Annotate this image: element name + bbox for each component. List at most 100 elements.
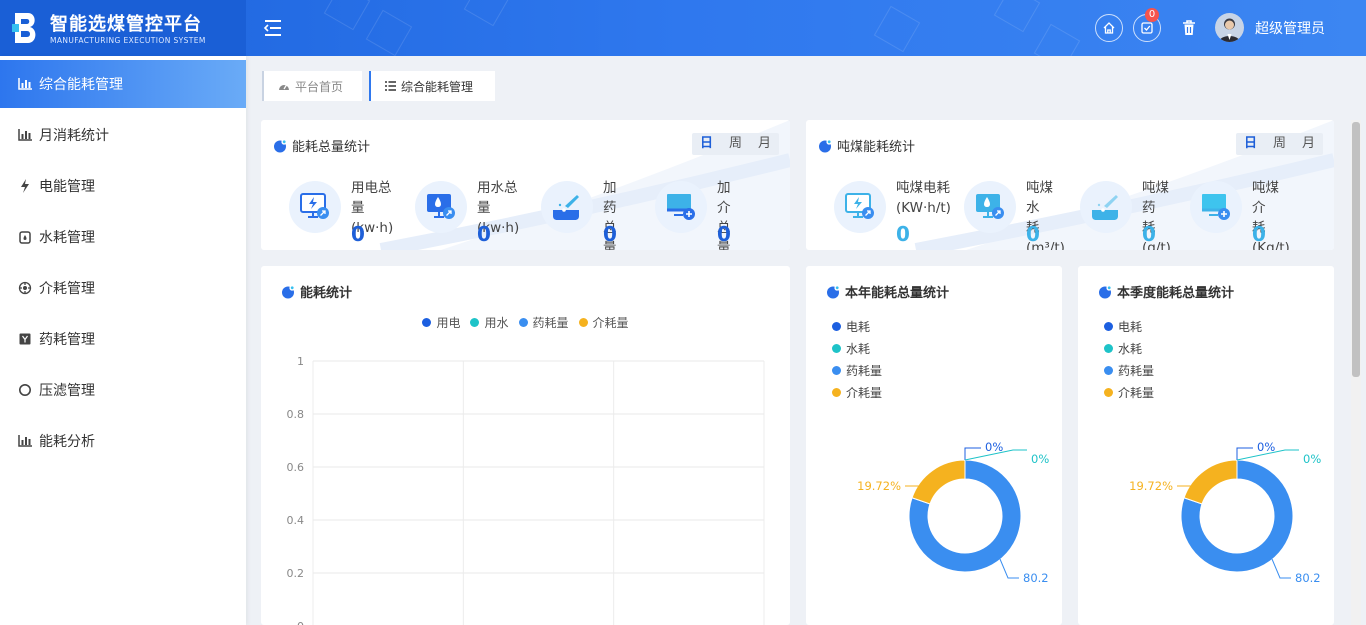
y-tick-label: 0.4 [287,514,305,527]
sidebar-item-label: 压滤管理 [39,383,95,399]
tab-comprehensive-energy[interactable]: 综合能耗管理 [369,71,495,101]
donut-chart: 0% 0% 80.2 19.72% [857,440,1049,585]
header-decoration [463,0,511,27]
period-day[interactable]: 日 [1236,133,1265,155]
sidebar-item-electric[interactable]: 电能管理 [0,162,246,210]
period-day[interactable]: 日 [692,133,721,155]
bar-chart-icon [17,76,33,92]
title-dot-icon [274,138,287,152]
annual-total-card: 本年能耗总量统计 电耗 水耗 药耗量 介耗量 0% 0% 80.2 19.72% [806,266,1062,625]
page-scrollbar[interactable] [1351,120,1361,625]
legend-water[interactable]: 水耗 [832,337,882,359]
legend-medium[interactable]: 介耗量 [832,381,882,403]
period-month[interactable]: 月 [1294,133,1323,155]
chart-title: 本年能耗总量统计 [845,286,950,301]
legend-medicine[interactable]: 药耗量 [832,359,882,381]
header-decoration [365,9,413,56]
lightning-icon [17,178,33,194]
card-title: 本季度能耗总量统计 [1098,282,1234,301]
leader-line [999,558,1019,579]
username[interactable]: 超级管理员 [1255,18,1325,38]
chart-legend: 电耗 水耗 药耗量 介耗量 [1104,315,1154,403]
avatar[interactable] [1215,13,1244,42]
bar-chart-icon [17,433,33,449]
sidebar-item-filter-press[interactable]: 压滤管理 [0,366,246,414]
sidebar-item-label: 介耗管理 [39,281,95,297]
legend-water[interactable]: 用水 [470,314,509,331]
title-dot-icon [827,284,840,298]
slice-label: 0% [1303,452,1321,466]
trash-icon[interactable] [1179,18,1199,38]
slice-label: 80.2 [1023,571,1049,585]
menu-toggle-icon[interactable] [262,17,284,39]
sidebar-item-monthly-consumption[interactable]: 月消耗统计 [0,111,246,159]
logo-area[interactable]: 智能选煤管控平台 MANUFACTURING EXECUTION SYSTEM [0,0,246,56]
legend-medium[interactable]: 介耗量 [578,314,629,331]
top-header: 智能选煤管控平台 MANUFACTURING EXECUTION SYSTEM … [0,0,1366,56]
period-week[interactable]: 周 [721,133,750,155]
energy-chart-card: 能耗统计 用电 用水 药耗量 介耗量 1 0.8 0.6 0.4 0.2 0 [261,266,790,625]
sidebar-item-comprehensive-energy[interactable]: 综合能耗管理 [0,60,246,108]
tab-label: 综合能耗管理 [401,79,474,94]
period-month[interactable]: 月 [750,133,779,155]
gear-icon [17,280,33,296]
slice-label: 80.2 [1295,571,1321,585]
logo-icon [12,13,36,43]
sidebar-item-energy-analysis[interactable]: 能耗分析 [0,417,246,465]
sidebar-item-label: 水耗管理 [39,230,95,246]
chart-title: 能耗统计 [300,286,353,301]
tab-home[interactable]: 平台首页 [262,71,362,101]
notification-badge: 0 [1145,8,1159,22]
card-title-text: 能耗总量统计 [292,140,371,155]
stat-value: 0 [351,222,365,246]
legend-water[interactable]: 水耗 [1104,337,1154,359]
slice-label: 0% [985,440,1003,454]
legend-electric[interactable]: 电耗 [1104,315,1154,337]
title-dot-icon [282,284,295,298]
period-switch[interactable]: 日 周 月 [692,133,779,155]
donut-slice [911,459,966,505]
water-monitor-icon [415,181,467,233]
scrollbar-thumb[interactable] [1352,122,1360,377]
legend-medium[interactable]: 介耗量 [1104,381,1154,403]
y-tick-label: 1 [297,355,304,368]
sidebar: 综合能耗管理 月消耗统计 电能管理 水耗管理 介耗管理 药耗管理 压滤管理 能耗… [0,56,246,625]
slice-label: 0% [1031,452,1049,466]
app-title: 智能选煤管控平台 [50,14,202,35]
slice-label: 19.72% [1129,479,1173,493]
sidebar-item-medicine[interactable]: 药耗管理 [0,315,246,363]
legend-electric[interactable]: 电耗 [832,315,882,337]
period-switch[interactable]: 日 周 月 [1236,133,1323,155]
sidebar-item-label: 药耗管理 [39,332,95,348]
water-icon [17,229,33,245]
medium-add-icon [1190,181,1242,233]
dashboard-icon [278,81,290,92]
sidebar-item-label: 能耗分析 [39,434,95,450]
medium-add-icon [655,181,707,233]
stat-value: 0 [477,222,491,246]
y-tick-label: 0.8 [287,408,305,421]
header-decoration [873,5,921,53]
header-decoration [1033,23,1081,56]
per-ton-energy-card: 吨煤能耗统计 日 周 月 吨煤电耗 (KW·h/t) 0 吨煤水 耗(m³/t)… [806,120,1334,250]
header-decoration [993,0,1041,33]
legend-medicine[interactable]: 药耗量 [1104,359,1154,381]
electric-monitor-icon [834,181,886,233]
card-title: 能耗统计 [281,282,352,301]
dosing-icon [1080,181,1132,233]
period-week[interactable]: 周 [1265,133,1294,155]
title-dot-icon [1099,284,1112,298]
sidebar-item-water[interactable]: 水耗管理 [0,213,246,261]
home-icon [1103,22,1115,34]
tab-label: 平台首页 [295,79,344,94]
home-button[interactable] [1095,14,1123,42]
card-title: 吨煤能耗统计 [818,136,915,155]
legend-medicine[interactable]: 药耗量 [518,314,569,331]
legend-electric[interactable]: 用电 [422,314,460,331]
water-monitor-icon [964,181,1016,233]
stat-value: 0 [896,222,910,246]
card-title-text: 吨煤能耗统计 [837,140,916,155]
dosing-icon [541,181,593,233]
sidebar-item-medium[interactable]: 介耗管理 [0,264,246,312]
y-tick-label: 0.2 [287,567,305,580]
